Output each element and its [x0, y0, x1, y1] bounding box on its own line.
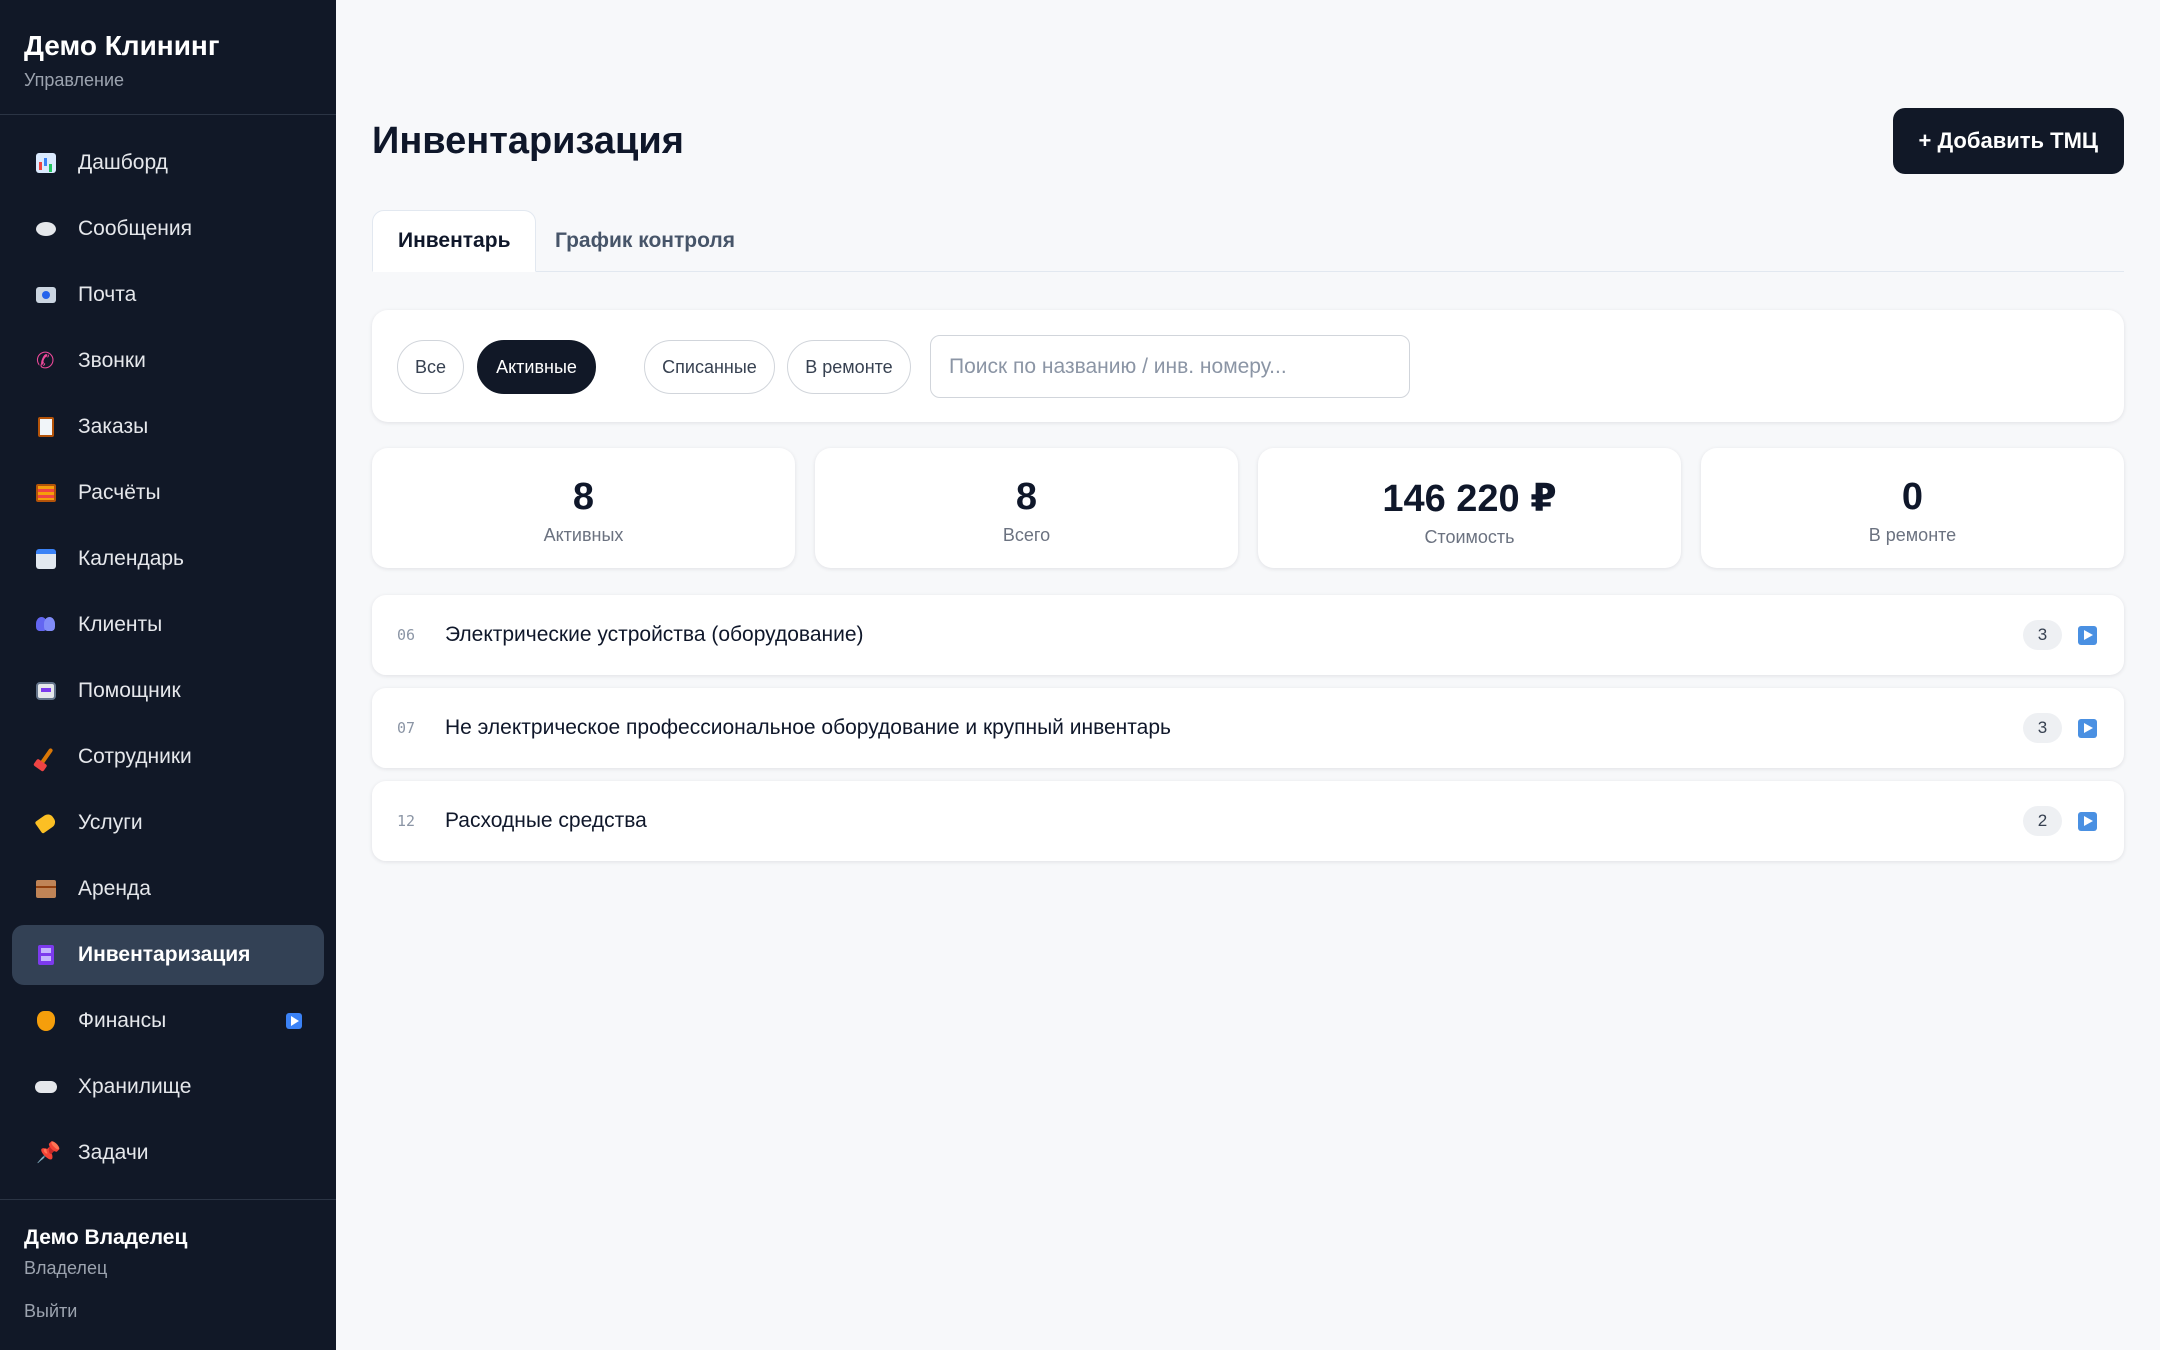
sidebar-item-label: Клиенты	[78, 613, 163, 636]
calendar-icon	[34, 547, 58, 571]
play-icon[interactable]	[2078, 811, 2097, 831]
stat-card-active: 8 Активных	[372, 448, 795, 568]
tag-icon	[34, 811, 58, 835]
user-name: Демо Владелец	[24, 1226, 188, 1249]
category-row[interactable]: 12 Расходные средства 2	[372, 781, 2124, 861]
category-name: Расходные средства	[445, 809, 647, 832]
sidebar-item-label: Помощник	[78, 679, 181, 702]
robot-icon	[34, 679, 58, 703]
stat-value: 0	[1901, 476, 1924, 518]
sidebar: Демо Клининг Управление Дашборд Сообщени…	[0, 0, 336, 1350]
stat-value: 146 220 ₽	[1382, 478, 1557, 520]
sidebar-item-label: Заказы	[78, 415, 149, 438]
sidebar-item-calendar[interactable]: Календарь	[12, 529, 324, 589]
users-icon	[34, 613, 58, 637]
phone-icon: ✆	[36, 348, 55, 373]
sidebar-item-inventory[interactable]: Инвентаризация	[12, 925, 324, 985]
sidebar-item-label: Инвентаризация	[78, 943, 251, 966]
filter-active[interactable]: Активные	[477, 340, 596, 394]
cloud-icon	[34, 1075, 58, 1099]
package-icon	[34, 877, 58, 901]
tab-inventory[interactable]: Инвентарь	[372, 210, 537, 272]
page-title: Инвентаризация	[372, 120, 684, 162]
filter-written-off[interactable]: Списанные	[644, 340, 775, 394]
sidebar-item-messages[interactable]: Сообщения	[12, 199, 324, 259]
sidebar-item-label: Задачи	[78, 1141, 149, 1164]
category-code: 12	[397, 812, 416, 830]
sidebar-nav: Дашборд Сообщения Почта ✆ Звонки Заказы …	[0, 115, 336, 1183]
sidebar-item-rental[interactable]: Аренда	[12, 859, 324, 919]
category-row[interactable]: 07 Не электрическое профессиональное обо…	[372, 688, 2124, 768]
brand-title: Демо Клининг	[24, 30, 220, 61]
stat-card-total: 8 Всего	[815, 448, 1238, 568]
sidebar-item-label: Хранилище	[78, 1075, 192, 1098]
user-role: Владелец	[24, 1258, 108, 1278]
sidebar-item-label: Аренда	[78, 877, 151, 900]
abacus-icon	[34, 481, 58, 505]
stat-label: Стоимость	[1424, 527, 1515, 547]
category-count-badge: 3	[2023, 620, 2062, 650]
sidebar-item-services[interactable]: Услуги	[12, 793, 324, 853]
stat-label: Активных	[543, 525, 624, 545]
play-icon[interactable]	[2078, 718, 2097, 738]
sidebar-item-label: Календарь	[78, 547, 184, 570]
mail-icon	[34, 283, 58, 307]
sidebar-item-mail[interactable]: Почта	[12, 265, 324, 325]
sidebar-item-finance[interactable]: Финансы	[12, 991, 324, 1051]
search-input[interactable]	[930, 335, 1410, 398]
category-count-badge: 2	[2023, 806, 2062, 836]
sidebar-item-employees[interactable]: Сотрудники	[12, 727, 324, 787]
file-cabinet-icon	[34, 943, 58, 967]
category-code: 06	[397, 626, 416, 644]
user-panel: Демо Владелец Владелец Выйти	[0, 1199, 336, 1350]
stat-card-cost: 146 220 ₽ Стоимость	[1258, 448, 1681, 568]
brand: Демо Клининг Управление	[0, 0, 336, 115]
sidebar-item-tasks[interactable]: 📌 Задачи	[12, 1123, 324, 1183]
play-icon[interactable]	[2078, 625, 2097, 645]
sidebar-item-label: Дашборд	[78, 151, 168, 174]
clipboard-icon	[34, 415, 58, 439]
chart-icon	[34, 151, 58, 175]
sidebar-item-label: Услуги	[78, 811, 143, 834]
category-name: Не электрическое профессиональное оборуд…	[445, 716, 1171, 739]
filter-in-repair[interactable]: В ремонте	[787, 340, 911, 394]
sidebar-item-dashboard[interactable]: Дашборд	[12, 133, 324, 193]
main-content: Инвентаризация + Добавить ТМЦ Инвентарь …	[336, 0, 2160, 1350]
sidebar-item-label: Сообщения	[78, 217, 192, 240]
category-row[interactable]: 06 Электрические устройства (оборудовани…	[372, 595, 2124, 675]
sidebar-item-calls[interactable]: ✆ Звонки	[12, 331, 324, 391]
sidebar-item-assistant[interactable]: Помощник	[12, 661, 324, 721]
category-code: 07	[397, 719, 416, 737]
sidebar-item-label: Расчёты	[78, 481, 161, 504]
logout-link[interactable]: Выйти	[24, 1301, 77, 1322]
sidebar-item-clients[interactable]: Клиенты	[12, 595, 324, 655]
speech-bubble-icon	[34, 217, 58, 241]
add-item-button[interactable]: + Добавить ТМЦ	[1892, 108, 2124, 174]
brand-subtitle: Управление	[24, 70, 125, 90]
stat-card-in-repair: 0 В ремонте	[1701, 448, 2124, 568]
sidebar-item-orders[interactable]: Заказы	[12, 397, 324, 457]
filter-all[interactable]: Все	[397, 340, 464, 394]
filter-panel: Все Активные Списанные В ремонте	[372, 310, 2124, 422]
sidebar-item-calculations[interactable]: Расчёты	[12, 463, 324, 523]
sidebar-item-label: Сотрудники	[78, 745, 192, 768]
category-name: Электрические устройства (оборудование)	[445, 623, 864, 646]
pin-icon: 📌	[36, 1142, 61, 1164]
stat-value: 8	[1015, 476, 1038, 518]
stat-label: В ремонте	[1868, 525, 1957, 545]
sidebar-item-label: Звонки	[78, 349, 146, 372]
money-bag-icon	[34, 1009, 58, 1033]
sidebar-item-storage[interactable]: Хранилище	[12, 1057, 324, 1117]
stat-value: 8	[572, 476, 595, 518]
stat-label: Всего	[1002, 525, 1051, 545]
sidebar-item-label: Почта	[78, 283, 137, 306]
tab-bar: Инвентарь График контроля	[372, 210, 2124, 272]
tab-control-schedule[interactable]: График контроля	[530, 210, 760, 272]
category-count-badge: 3	[2023, 713, 2062, 743]
broom-icon	[34, 745, 58, 769]
sidebar-item-label: Финансы	[78, 1009, 167, 1032]
play-icon	[286, 1013, 302, 1029]
